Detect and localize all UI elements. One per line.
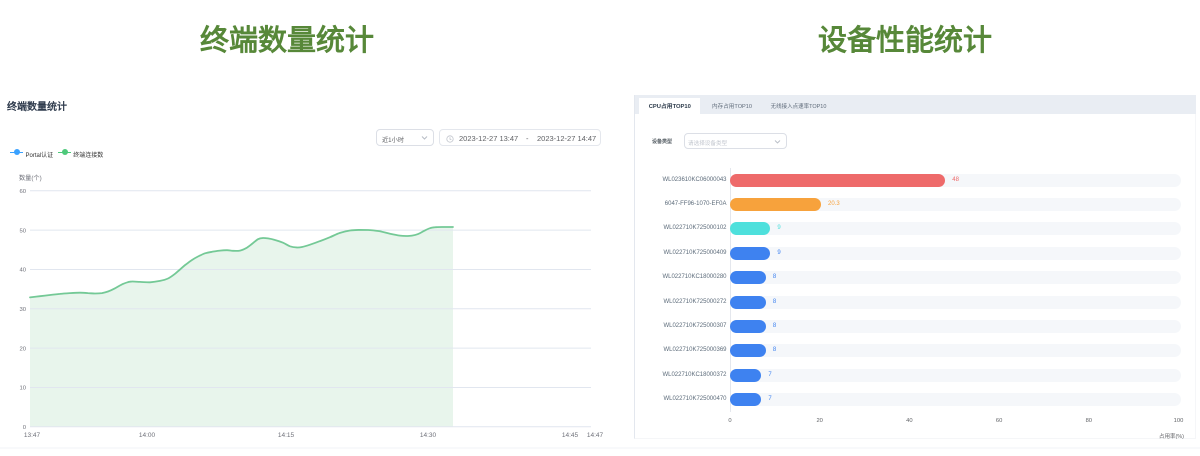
svg-text:0: 0 [23, 425, 27, 431]
svg-text:20: 20 [19, 346, 26, 352]
svg-text:30: 30 [19, 307, 26, 313]
svg-text:13:47: 13:47 [24, 432, 41, 439]
svg-text:14:45: 14:45 [562, 432, 579, 439]
svg-text:60: 60 [19, 189, 26, 195]
svg-text:14:47: 14:47 [587, 432, 604, 439]
svg-text:14:30: 14:30 [420, 432, 437, 439]
svg-text:50: 50 [19, 228, 26, 234]
svg-text:14:00: 14:00 [139, 432, 156, 439]
svg-text:10: 10 [19, 386, 26, 392]
svg-text:14:15: 14:15 [278, 432, 295, 439]
svg-text:40: 40 [19, 268, 26, 274]
